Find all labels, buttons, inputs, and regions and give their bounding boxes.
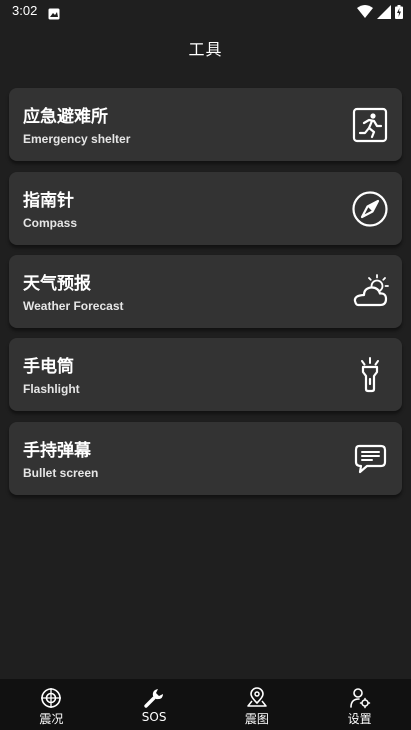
wrench-icon bbox=[143, 687, 165, 709]
nav-label: SOS bbox=[141, 710, 167, 724]
tool-card-title: 手电筒 bbox=[23, 357, 74, 377]
nav-item-settings[interactable]: 设置 bbox=[308, 679, 411, 730]
tool-card-weather-forecast[interactable]: 天气预报 Weather Forecast bbox=[9, 255, 402, 328]
user-settings-icon bbox=[349, 687, 371, 709]
message-icon bbox=[350, 439, 390, 479]
wifi-icon bbox=[357, 4, 373, 23]
weather-icon bbox=[350, 272, 390, 312]
battery-icon bbox=[395, 4, 403, 23]
nav-label: 震况 bbox=[39, 712, 64, 726]
notification-icon bbox=[48, 5, 60, 24]
map-pin-icon bbox=[246, 687, 268, 709]
compass-icon bbox=[350, 189, 390, 229]
tool-card-title: 手持弹幕 bbox=[23, 441, 91, 461]
tool-card-subtitle: Compass bbox=[23, 216, 78, 230]
nav-label: 设置 bbox=[347, 712, 372, 726]
tool-card-subtitle: Emergency shelter bbox=[23, 132, 131, 146]
nav-label: 震图 bbox=[244, 712, 269, 726]
nav-item-quake-map[interactable]: 震图 bbox=[206, 679, 309, 730]
tool-card-title: 应急避难所 bbox=[23, 107, 108, 127]
tool-card-title: 天气预报 bbox=[23, 274, 91, 294]
tool-card-subtitle: Flashlight bbox=[23, 382, 80, 396]
status-bar: 3:02 bbox=[0, 0, 411, 24]
target-icon bbox=[40, 687, 62, 709]
bottom-nav: 震况 SOS 震图 设置 bbox=[0, 679, 411, 730]
flashlight-icon bbox=[350, 355, 390, 395]
tool-card-compass[interactable]: 指南针 Compass bbox=[9, 172, 402, 245]
page-title: 工具 bbox=[188, 40, 223, 59]
tool-card-bullet-screen[interactable]: 手持弹幕 Bullet screen bbox=[9, 422, 402, 495]
tool-card-emergency-shelter[interactable]: 应急避难所 Emergency shelter bbox=[9, 88, 402, 161]
nav-item-quake-status[interactable]: 震况 bbox=[0, 679, 103, 730]
status-time: 3:02 bbox=[12, 3, 38, 18]
tool-card-flashlight[interactable]: 手电筒 Flashlight bbox=[9, 338, 402, 411]
signal-icon bbox=[377, 4, 391, 23]
tool-card-subtitle: Weather Forecast bbox=[23, 299, 124, 313]
tool-card-title: 指南针 bbox=[23, 191, 74, 211]
nav-item-sos[interactable]: SOS bbox=[103, 679, 206, 730]
tool-card-subtitle: Bullet screen bbox=[23, 466, 99, 480]
emergency-exit-icon bbox=[350, 105, 390, 145]
